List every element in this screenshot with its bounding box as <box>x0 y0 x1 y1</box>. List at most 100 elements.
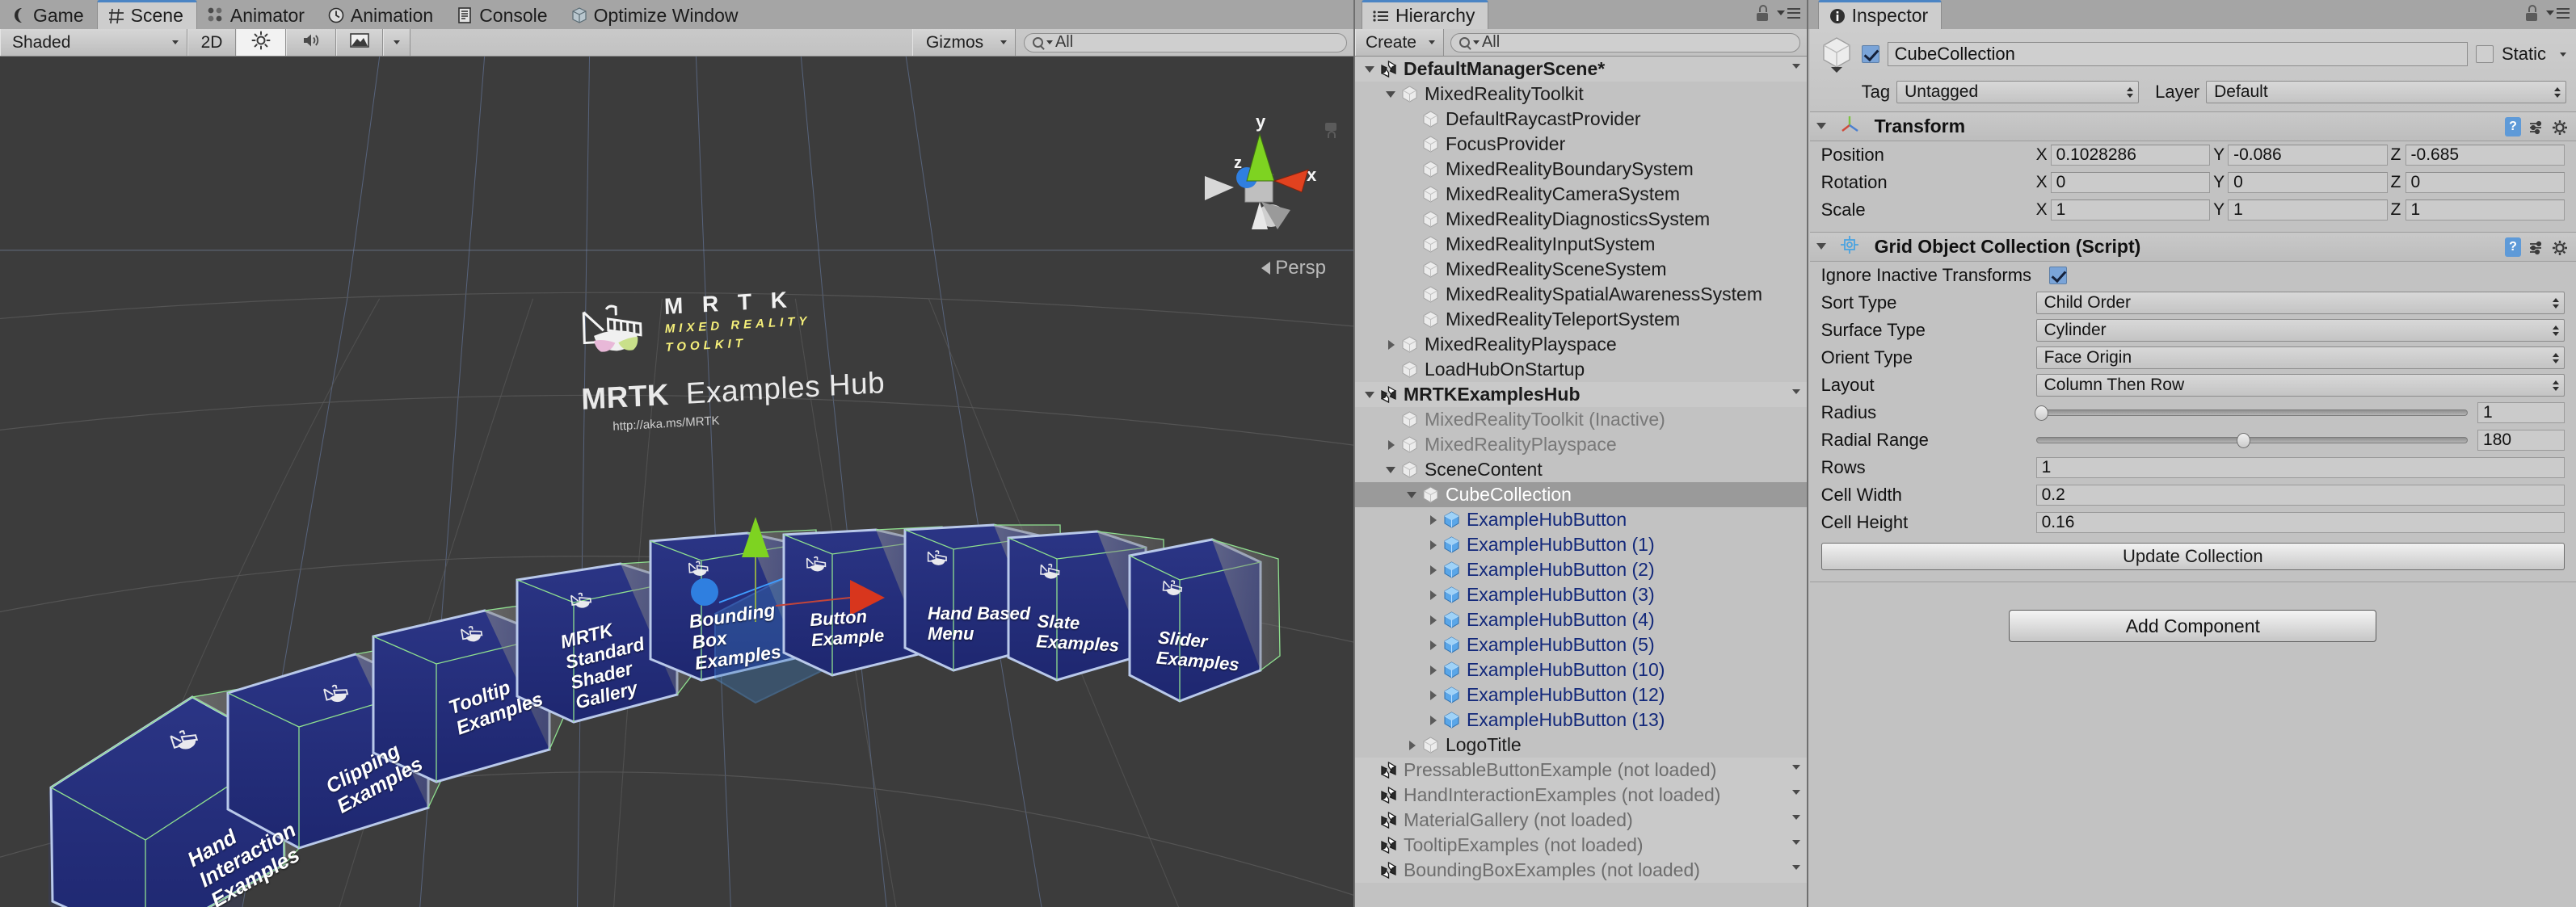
hierarchy-row[interactable]: MixedRealityDiagnosticsSystem <box>1355 207 1807 232</box>
disclosure-triangle-icon[interactable] <box>1384 463 1399 477</box>
inspector-options-menu[interactable] <box>2546 8 2570 19</box>
grid-field-text-input[interactable]: 0.2 <box>2036 485 2565 506</box>
grid-field-text-input[interactable]: 1 <box>2036 457 2565 478</box>
scene-search-input[interactable]: All <box>1024 33 1347 52</box>
disclosure-triangle-icon[interactable] <box>1405 488 1420 502</box>
disclosure-triangle-icon[interactable] <box>1426 588 1441 603</box>
hierarchy-row[interactable]: MixedRealitySceneSystem <box>1355 257 1807 282</box>
lock-icon[interactable] <box>1756 5 1769 21</box>
scene-row-context-menu[interactable] <box>1792 389 1800 394</box>
rotation-x-input[interactable]: 0 <box>2051 172 2210 193</box>
toggle-2d-button[interactable]: 2D <box>187 29 236 56</box>
slider-knob[interactable] <box>2237 433 2250 448</box>
grid-collection-foldout-toggle[interactable] <box>1815 239 1831 255</box>
tab-console[interactable]: Console <box>446 2 560 29</box>
fx-toggle-button[interactable] <box>336 29 383 56</box>
draw-mode-dropdown[interactable]: Shaded <box>0 29 187 56</box>
disclosure-triangle-icon[interactable] <box>1405 738 1420 753</box>
chevron-down-icon[interactable] <box>2560 52 2566 57</box>
transform-foldout-toggle[interactable] <box>1815 119 1831 135</box>
disclosure-triangle-icon[interactable] <box>1426 563 1441 577</box>
fx-dropdown-button[interactable] <box>383 29 410 56</box>
position-y-input[interactable]: -0.086 <box>2228 145 2387 166</box>
layer-dropdown[interactable]: Default <box>2206 81 2566 103</box>
hierarchy-row[interactable]: MixedRealityCameraSystem <box>1355 182 1807 207</box>
disclosure-triangle-icon[interactable] <box>1426 538 1441 552</box>
grid-field-number-input[interactable]: 180 <box>2477 430 2565 451</box>
rotation-z-input[interactable]: 0 <box>2406 172 2565 193</box>
slider-knob[interactable] <box>2035 405 2048 421</box>
tab-optimize-window[interactable]: Optimize Window <box>561 2 751 29</box>
disclosure-triangle-icon[interactable] <box>1363 388 1378 402</box>
hierarchy-row[interactable]: LogoTitle <box>1355 733 1807 758</box>
audio-toggle-button[interactable] <box>286 29 336 56</box>
hierarchy-row[interactable]: DefaultManagerScene* <box>1355 57 1807 82</box>
hierarchy-row[interactable]: PressableButtonExample (not loaded) <box>1355 758 1807 783</box>
hierarchy-row[interactable]: MixedRealityToolkit <box>1355 82 1807 107</box>
help-icon[interactable]: ? <box>2505 117 2521 136</box>
hierarchy-row[interactable]: HandInteractionExamples (not loaded) <box>1355 783 1807 808</box>
disclosure-triangle-icon[interactable] <box>1426 688 1441 703</box>
hierarchy-row[interactable]: MixedRealityInputSystem <box>1355 232 1807 257</box>
hierarchy-row[interactable]: FocusProvider <box>1355 132 1807 157</box>
slider-track[interactable] <box>2036 437 2468 443</box>
preset-icon[interactable] <box>2528 119 2544 135</box>
hierarchy-row[interactable]: MRTKExamplesHub <box>1355 382 1807 407</box>
scene-row-context-menu[interactable] <box>1792 64 1800 69</box>
scene-row-context-menu[interactable] <box>1792 765 1800 770</box>
projection-mode-label[interactable]: Persp <box>1261 257 1326 279</box>
disclosure-triangle-icon[interactable] <box>1426 613 1441 628</box>
disclosure-triangle-icon[interactable] <box>1384 338 1399 352</box>
hierarchy-tree[interactable]: DefaultManagerScene*MixedRealityToolkitD… <box>1355 57 1807 907</box>
grid-field-dropdown[interactable]: Child Order <box>2036 292 2565 314</box>
disclosure-triangle-icon[interactable] <box>1426 638 1441 653</box>
help-icon[interactable]: ? <box>2505 237 2521 257</box>
hierarchy-row[interactable]: MixedRealityTeleportSystem <box>1355 307 1807 332</box>
scene-viewport[interactable]: M R T K MIXED REALITY TOOLKIT MRTK Examp… <box>0 57 1353 907</box>
grid-field-dropdown[interactable]: Column Then Row <box>2036 374 2565 397</box>
hierarchy-search-input[interactable]: All <box>1450 33 1800 52</box>
hierarchy-row[interactable]: MixedRealityPlayspace <box>1355 432 1807 457</box>
gear-icon[interactable] <box>2552 119 2568 135</box>
scale-y-input[interactable]: 1 <box>2228 199 2387 220</box>
tab-game[interactable]: Game <box>0 2 97 29</box>
lock-icon[interactable] <box>2525 5 2538 21</box>
grid-field-slider[interactable]: 180 <box>2036 430 2565 451</box>
scene-row-context-menu[interactable] <box>1792 815 1800 820</box>
disclosure-triangle-icon[interactable] <box>1384 438 1399 452</box>
grid-field-slider[interactable]: 1 <box>2036 402 2565 423</box>
gameobject-enabled-checkbox[interactable] <box>1862 45 1879 63</box>
tab-scene[interactable]: Scene <box>97 0 197 29</box>
hierarchy-row[interactable]: ExampleHubButton (4) <box>1355 607 1807 632</box>
slider-track[interactable] <box>2036 409 2468 416</box>
rotation-y-input[interactable]: 0 <box>2228 172 2387 193</box>
position-x-input[interactable]: 0.1028286 <box>2051 145 2210 166</box>
hierarchy-row[interactable]: CubeCollection <box>1355 482 1807 507</box>
disclosure-triangle-icon[interactable] <box>1363 62 1378 77</box>
gear-icon[interactable] <box>2552 239 2568 255</box>
hierarchy-row[interactable]: MixedRealityBoundarySystem <box>1355 157 1807 182</box>
hierarchy-row[interactable]: TooltipExamples (not loaded) <box>1355 833 1807 858</box>
hierarchy-row[interactable]: MaterialGallery (not loaded) <box>1355 808 1807 833</box>
hierarchy-row[interactable]: SceneContent <box>1355 457 1807 482</box>
tag-dropdown[interactable]: Untagged <box>1896 81 2139 103</box>
static-checkbox[interactable] <box>2476 45 2494 63</box>
gizmos-dropdown[interactable]: Gizmos <box>912 29 1016 56</box>
gameobject-name-input[interactable]: CubeCollection <box>1888 42 2468 66</box>
hierarchy-row[interactable]: ExampleHubButton <box>1355 507 1807 532</box>
hierarchy-row[interactable]: ExampleHubButton (5) <box>1355 632 1807 657</box>
grid-field-dropdown[interactable]: Face Origin <box>2036 346 2565 369</box>
preset-icon[interactable] <box>2528 239 2544 255</box>
scene-row-context-menu[interactable] <box>1792 840 1800 845</box>
scene-axis-gizmo[interactable]: y z x <box>1187 107 1332 268</box>
scale-x-input[interactable]: 1 <box>2051 199 2210 220</box>
grid-field-text-input[interactable]: 0.16 <box>2036 512 2565 533</box>
scene-row-context-menu[interactable] <box>1792 865 1800 870</box>
tab-animation[interactable]: Animation <box>318 2 446 29</box>
hierarchy-row[interactable]: ExampleHubButton (10) <box>1355 657 1807 682</box>
hierarchy-options-menu[interactable] <box>1777 8 1800 19</box>
update-collection-button[interactable]: Update Collection <box>1821 543 2565 570</box>
position-z-input[interactable]: -0.685 <box>2406 145 2565 166</box>
grid-field-dropdown[interactable]: Cylinder <box>2036 319 2565 342</box>
scene-row-context-menu[interactable] <box>1792 790 1800 795</box>
